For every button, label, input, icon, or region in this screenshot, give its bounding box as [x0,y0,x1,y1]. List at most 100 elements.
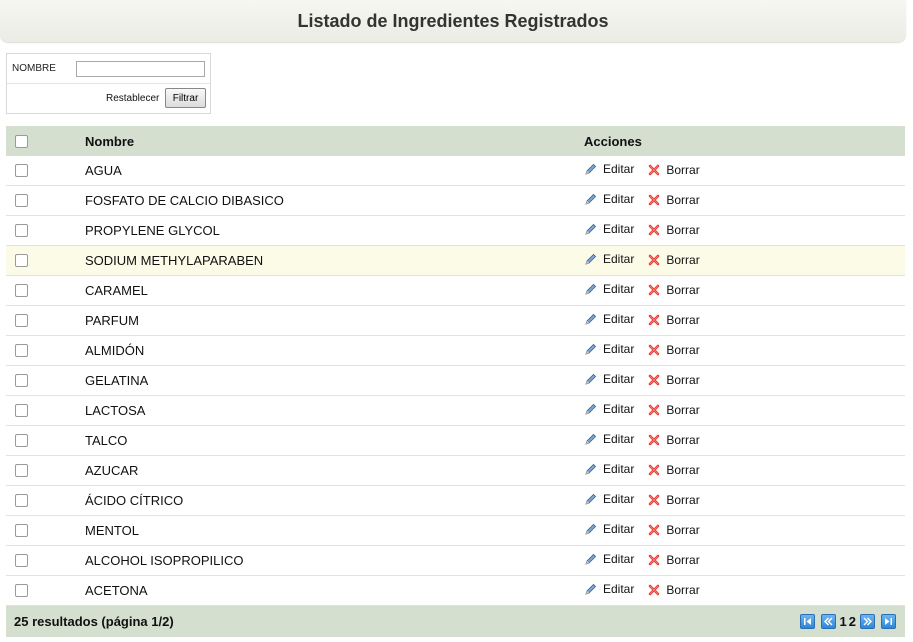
edit-button[interactable]: Editar [584,432,634,446]
ingredient-name: MENTOL [85,515,584,546]
delete-x-icon [649,194,660,206]
last-page-button[interactable] [881,614,896,629]
row-checkbox[interactable] [15,194,28,208]
page-number-1[interactable]: 1 [840,614,847,629]
edit-button[interactable]: Editar [584,582,634,596]
delete-label: Borrar [666,492,700,507]
edit-button[interactable]: Editar [584,492,634,506]
row-checkbox-cell [6,395,85,426]
pencil-icon [585,523,597,535]
ingredient-name: FOSFATO DE CALCIO DIBASICO [85,185,584,216]
delete-button[interactable]: Borrar [648,552,700,567]
pencil-icon [585,253,597,265]
edit-button[interactable]: Editar [584,192,634,206]
table-header-row: Nombre Acciones [6,126,905,156]
delete-label: Borrar [666,192,700,207]
table-row: PROPYLENE GLYCOL Editar Borrar [6,215,905,246]
pencil-icon [585,493,597,505]
pencil-icon [585,223,597,235]
delete-button[interactable]: Borrar [648,253,700,267]
edit-button[interactable]: Editar [584,282,634,296]
delete-label: Borrar [666,312,700,327]
ingredient-name: AGUA [85,156,584,186]
edit-button[interactable]: Editar [584,372,634,386]
row-checkbox[interactable] [15,224,28,238]
ingredient-name: TALCO [85,425,584,456]
row-checkbox[interactable] [15,344,28,358]
reset-link[interactable]: Restablecer [106,93,159,104]
name-filter-input[interactable] [76,61,205,77]
edit-button[interactable]: Editar [584,312,634,326]
actions-cell: Editar Borrar [584,575,905,606]
row-checkbox[interactable] [15,284,28,298]
edit-label: Editar [603,282,635,297]
double-chevron-left-icon [823,617,833,626]
edit-label: Editar [603,222,635,237]
delete-button[interactable]: Borrar [648,312,700,327]
delete-label: Borrar [666,552,700,567]
delete-button[interactable]: Borrar [648,343,700,357]
edit-label: Editar [603,552,635,567]
row-checkbox[interactable] [15,164,28,178]
row-checkbox[interactable] [15,374,28,388]
delete-button[interactable]: Borrar [648,223,700,237]
row-checkbox-cell [6,305,85,336]
row-checkbox[interactable] [15,254,28,268]
delete-button[interactable]: Borrar [648,462,700,477]
next-page-button[interactable] [860,614,875,629]
row-checkbox-cell [6,335,85,366]
edit-button[interactable]: Editar [584,522,634,536]
edit-button[interactable]: Editar [584,462,634,476]
edit-button[interactable]: Editar [584,222,634,236]
select-all-checkbox[interactable] [15,134,28,148]
delete-button[interactable]: Borrar [648,403,700,417]
row-checkbox[interactable] [15,434,28,448]
delete-button[interactable]: Borrar [648,583,700,597]
table-row: PARFUM Editar Borrar [6,305,905,336]
table-row: FOSFATO DE CALCIO DIBASICO Editar Borrar [6,185,905,216]
first-page-button[interactable] [799,614,815,629]
edit-button[interactable]: Editar [584,402,634,416]
row-checkbox-cell [6,185,85,216]
table-row: CARAMEL Editar Borrar [6,275,905,306]
row-checkbox-cell [6,455,85,486]
actions-cell: Editar Borrar [584,545,905,576]
row-checkbox-cell [6,156,85,186]
row-checkbox[interactable] [15,554,28,568]
delete-button[interactable]: Borrar [648,163,700,177]
delete-button[interactable]: Borrar [648,492,700,507]
row-checkbox[interactable] [15,464,28,478]
delete-x-icon [649,374,660,386]
filter-row: NOMBRE [7,54,210,84]
table-body: AGUA Editar Borrar FOSFATO DE CALCIO DIBASI… [6,156,905,606]
table-row: ALCOHOL ISOPROPILICO Editar Borrar [6,545,905,576]
pagination: 1 2 [797,614,899,629]
row-checkbox-cell [6,275,85,306]
delete-button[interactable]: Borrar [648,523,700,537]
delete-button[interactable]: Borrar [648,192,700,207]
row-checkbox-cell [6,575,85,606]
edit-button[interactable]: Editar [584,552,634,566]
pencil-icon [585,463,597,475]
edit-button[interactable]: Editar [584,342,634,356]
edit-button[interactable]: Editar [584,252,634,266]
filter-button[interactable]: Filtrar [165,88,206,108]
edit-button[interactable]: Editar [584,162,634,176]
row-checkbox[interactable] [15,494,28,508]
row-checkbox[interactable] [15,524,28,538]
delete-label: Borrar [666,462,700,477]
row-checkbox[interactable] [15,314,28,328]
filter-form: NOMBRE Restablecer Filtrar [6,53,211,114]
delete-x-icon [649,554,660,566]
column-header-name[interactable]: Nombre [85,126,584,156]
delete-button[interactable]: Borrar [648,433,700,447]
row-checkbox[interactable] [15,404,28,418]
page-number-2[interactable]: 2 [849,614,856,629]
delete-button[interactable]: Borrar [648,283,700,297]
prev-page-button[interactable] [820,614,836,629]
delete-button[interactable]: Borrar [648,373,700,387]
edit-label: Editar [603,192,635,207]
row-checkbox[interactable] [15,584,28,598]
table-row: GELATINA Editar Borrar [6,365,905,396]
results-count: 25 resultados (página 1/2) [14,614,174,629]
